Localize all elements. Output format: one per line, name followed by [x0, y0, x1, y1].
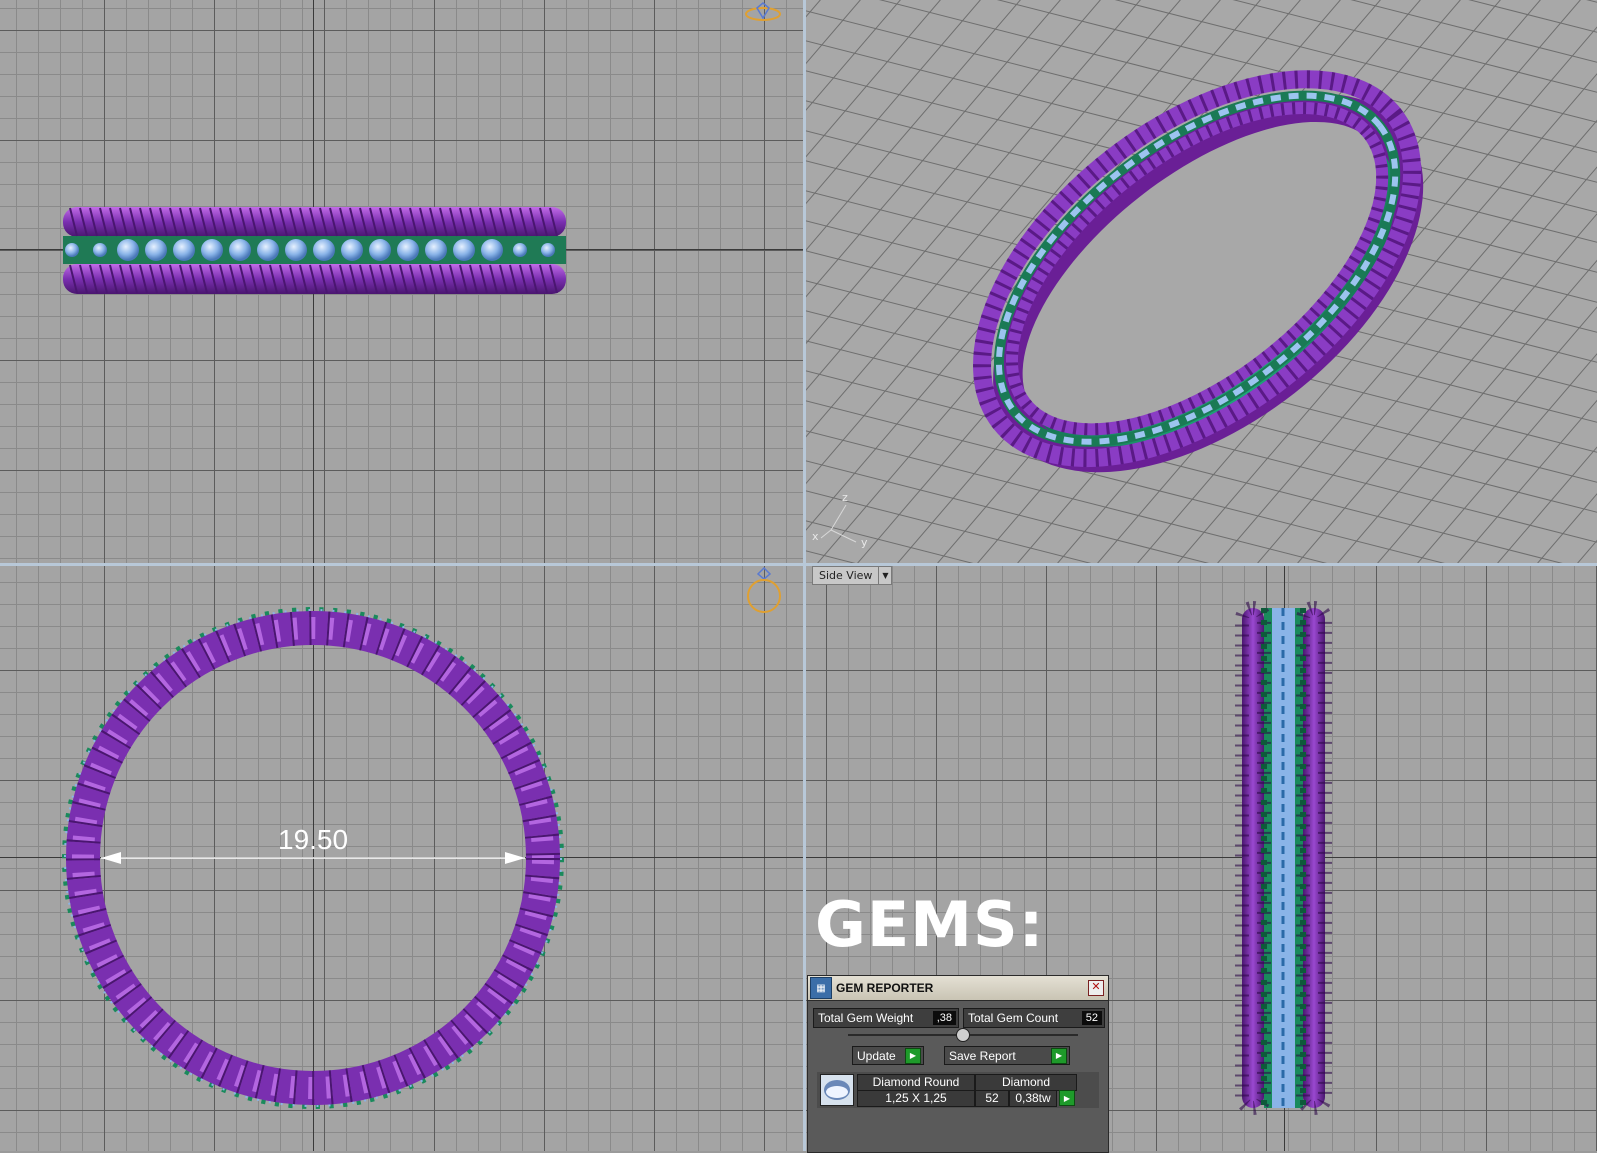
- update-button-label: Update: [857, 1048, 896, 1063]
- gem-stone: [257, 239, 279, 261]
- viewport-divider-horizontal[interactable]: [0, 563, 1597, 566]
- gem-count-cell[interactable]: 52: [975, 1090, 1009, 1107]
- gem-reporter-title: GEM REPORTER: [836, 981, 934, 995]
- view-cube-icon[interactable]: [744, 2, 782, 22]
- gem-stone: [341, 239, 363, 261]
- gem-stone: [145, 239, 167, 261]
- gem-stone: [513, 243, 527, 257]
- front-viewport[interactable]: [0, 0, 803, 563]
- total-gem-weight-value: ,38: [932, 1011, 956, 1025]
- gem-stone: [313, 239, 335, 261]
- total-gem-count-field: Total Gem Count 52: [963, 1008, 1105, 1028]
- viewport-divider-vertical[interactable]: [803, 0, 806, 1151]
- play-arrow-icon[interactable]: ▶: [1059, 1090, 1075, 1106]
- gem-reporter-titlebar[interactable]: ▦ GEM REPORTER ✕: [808, 976, 1108, 1001]
- total-gem-count-value: 52: [1081, 1011, 1102, 1025]
- play-arrow-icon[interactable]: ▶: [905, 1047, 921, 1064]
- gem-stone: [229, 239, 251, 261]
- gem-stone: [285, 239, 307, 261]
- gem-stone: [369, 239, 391, 261]
- gem-stone: [201, 239, 223, 261]
- gem-shape-cell[interactable]: Diamond Round: [857, 1074, 975, 1091]
- gem-reporter-panel: ▦ GEM REPORTER ✕ Total Gem Weight ,38 To…: [807, 975, 1109, 1153]
- top-viewport[interactable]: [0, 566, 803, 1151]
- gem-stone: [117, 239, 139, 261]
- ring-top-model: [62, 607, 564, 1109]
- close-icon[interactable]: ✕: [1088, 980, 1104, 996]
- axis-y-label: y: [861, 536, 868, 549]
- gem-stone: [425, 239, 447, 261]
- gem-stone: [173, 239, 195, 261]
- gem-reporter-icon: ▦: [810, 977, 832, 999]
- panel-splitter-handle[interactable]: [956, 1028, 970, 1042]
- ring-diameter-dimension: 19.50: [278, 824, 349, 855]
- save-report-button[interactable]: Save Report ▶: [944, 1046, 1070, 1065]
- gems-heading: GEMS:: [815, 888, 1045, 961]
- gem-size-cell[interactable]: 1,25 X 1,25: [857, 1090, 975, 1107]
- gem-stone: [481, 239, 503, 261]
- gem-list-table: Diamond Round 1,25 X 1,25 Diamond 52 0,3…: [817, 1072, 1099, 1108]
- total-gem-weight-field: Total Gem Weight ,38: [813, 1008, 959, 1028]
- update-button[interactable]: Update ▶: [852, 1046, 924, 1065]
- ring-orientation-icon[interactable]: [744, 566, 784, 616]
- axis-x-label: x: [812, 530, 819, 543]
- gem-material-cell[interactable]: Diamond: [975, 1074, 1077, 1091]
- play-arrow-icon[interactable]: ▶: [1051, 1047, 1067, 1064]
- gem-stone: [453, 239, 475, 261]
- axis-z-label: z: [842, 491, 848, 504]
- gem-stone: [541, 243, 555, 257]
- perspective-viewport[interactable]: z x y: [806, 0, 1597, 563]
- ring-perspective-model: [806, 0, 1597, 563]
- gem-stone: [397, 239, 419, 261]
- save-report-button-label: Save Report: [949, 1048, 1016, 1063]
- gem-thumbnail[interactable]: [820, 1074, 854, 1106]
- ring-front-model: [63, 207, 566, 294]
- gem-weight-cell[interactable]: 0,38tw: [1009, 1090, 1057, 1107]
- gem-stone: [93, 243, 107, 257]
- gem-stone: [65, 243, 79, 257]
- total-gem-count-label: Total Gem Count: [968, 1011, 1059, 1025]
- total-gem-weight-label: Total Gem Weight: [818, 1011, 914, 1025]
